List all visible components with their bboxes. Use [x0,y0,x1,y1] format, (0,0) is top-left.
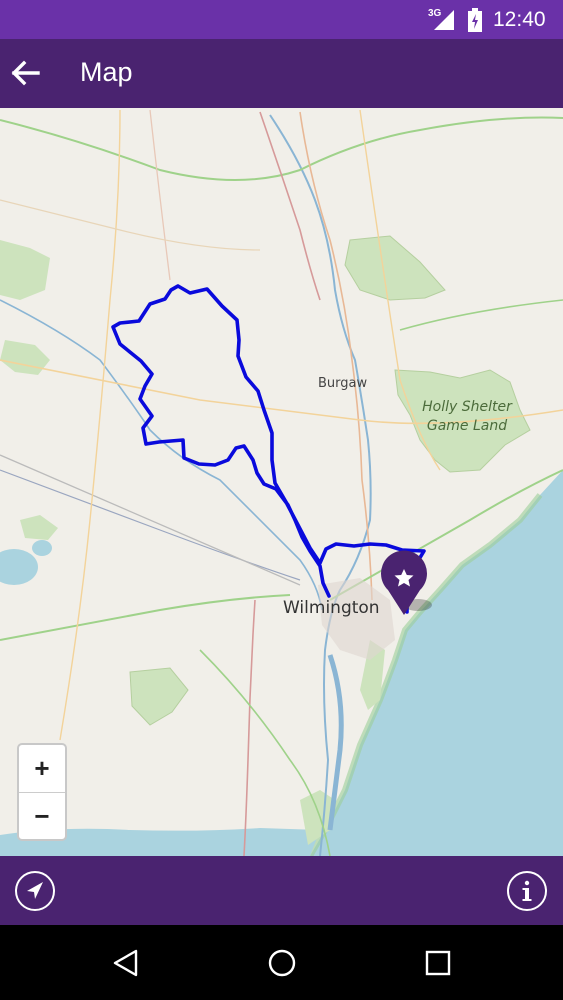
map-tiles [0,109,563,856]
recents-icon[interactable] [422,947,454,979]
home-icon[interactable] [266,947,298,979]
navigation-arrow-icon[interactable] [14,870,56,912]
zoom-controls: + − [17,743,67,841]
battery-icon [468,8,482,32]
status-bar: 3G 12:40 [0,0,563,39]
map-view[interactable]: Burgaw Holly Shelter Game Land Wilmingto… [0,108,563,856]
bottom-toolbar [0,856,563,925]
back-icon[interactable] [110,947,142,979]
app-bar: Map [0,39,563,108]
map-label-wilmington: Wilmington [283,598,380,618]
map-label-holly-shelter: Holly Shelter Game Land [422,399,512,434]
info-icon[interactable] [506,870,548,912]
back-arrow-icon[interactable] [8,52,44,94]
system-nav-bar [0,925,563,1000]
signal-icon [434,10,454,30]
page-title: Map [80,57,133,87]
zoom-in-button[interactable]: + [19,745,65,793]
zoom-out-button[interactable]: − [19,793,65,840]
route-path [111,284,426,614]
clock: 12:40 [493,8,546,31]
map-label-burgaw: Burgaw [318,376,368,391]
